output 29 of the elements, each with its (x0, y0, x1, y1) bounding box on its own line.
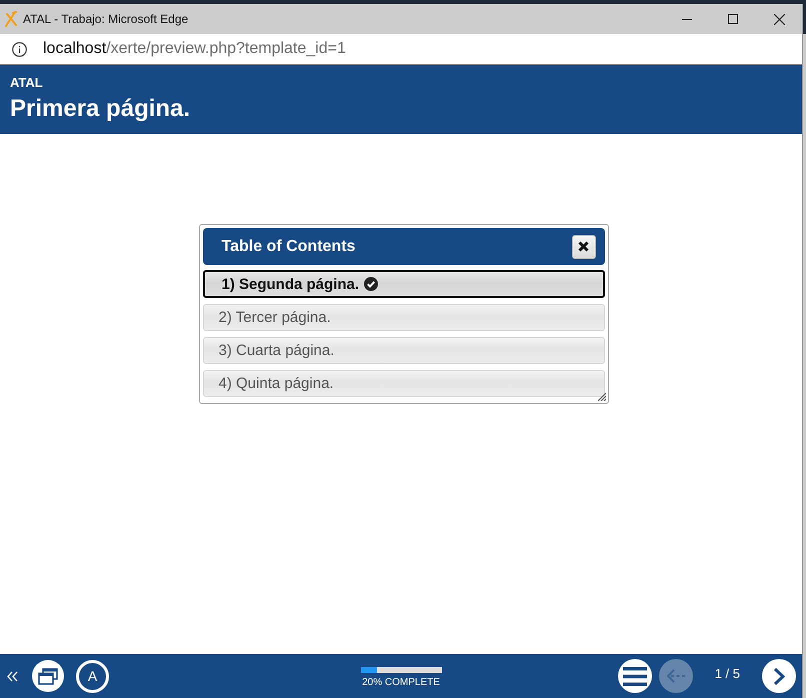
menu-icon (622, 666, 647, 686)
page-title: Primera página. (10, 94, 192, 124)
page-counter: 1 / 5 (714, 666, 740, 680)
resize-handle-icon[interactable] (598, 393, 606, 401)
windows-icon (38, 668, 58, 684)
accessibility-button[interactable]: A (76, 660, 109, 692)
double-chevron-left-icon (7, 670, 18, 682)
close-icon (578, 241, 589, 252)
logo-icon (5, 11, 17, 27)
toc-item[interactable]: 1) Segunda página. (202, 270, 604, 298)
next-button[interactable] (762, 659, 796, 693)
menu-button[interactable] (618, 659, 652, 693)
info-icon (12, 42, 27, 56)
chevron-right-icon (773, 666, 785, 686)
window-title: ATAL - Trabajo: Microsoft Edge (23, 12, 188, 26)
url-text[interactable]: localhost/xerte/preview.php?template_id=1 (43, 40, 346, 58)
maximize-icon (728, 14, 738, 24)
toc-item[interactable]: 4) Quinta página. (202, 370, 604, 397)
dialog-title: Table of Contents (222, 238, 356, 256)
windows-button[interactable] (32, 660, 64, 692)
collapse-button[interactable] (7, 670, 18, 682)
project-title: ATAL (10, 75, 44, 91)
toc-item[interactable]: 3) Cuarta página. (202, 337, 604, 364)
toc-item[interactable]: 2) Tercer página. (202, 304, 604, 331)
progress-label: 20% COMPLETE (362, 676, 440, 688)
back-arrow-icon (666, 669, 685, 683)
minimize-icon (682, 18, 692, 20)
close-icon (774, 14, 784, 24)
close-dialog-button[interactable] (572, 234, 596, 258)
